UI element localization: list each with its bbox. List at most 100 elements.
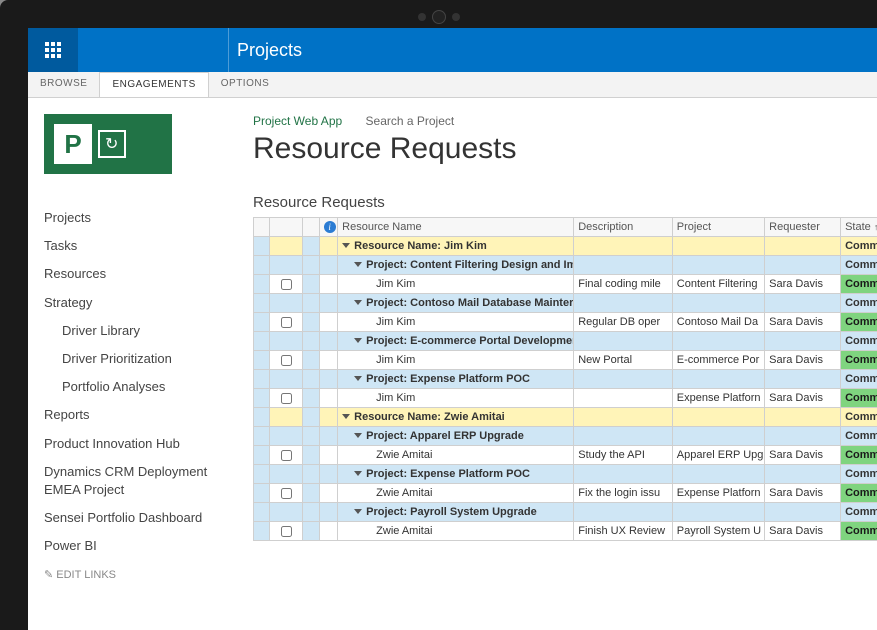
cell-requester [765, 427, 841, 446]
nav-item-tasks[interactable]: Tasks [44, 232, 245, 260]
cell-description: Regular DB oper [574, 313, 673, 332]
cell-project: Apparel ERP Upg [672, 446, 764, 465]
grid-header-row: i Resource Name Description Project Requ… [254, 218, 877, 237]
grid-info-header[interactable]: i [319, 218, 337, 237]
grid-row[interactable]: Project: Apparel ERP UpgradeCommitted [254, 427, 877, 446]
nav-item-resources[interactable]: Resources [44, 260, 245, 288]
cell-state: Committed [841, 351, 877, 370]
cell-state: Committed [841, 313, 877, 332]
expand-icon[interactable] [354, 433, 362, 438]
row-checkbox[interactable] [281, 450, 292, 461]
grid-row[interactable]: Jim KimRegular DB operContoso Mail DaSar… [254, 313, 877, 332]
app-topbar: Projects [28, 28, 877, 72]
cell-description [574, 370, 673, 389]
expand-icon[interactable] [354, 338, 362, 343]
cell-description [574, 389, 673, 408]
row-checkbox[interactable] [281, 355, 292, 366]
cell-resource-name: Jim Kim [338, 275, 574, 294]
grid-row[interactable]: Jim KimExpense PlatfornSara DavisCommitt… [254, 389, 877, 408]
cell-resource-name: Project: Contoso Mail Database Mainter [338, 294, 574, 313]
nav-item-strategy[interactable]: Strategy [44, 289, 245, 317]
expand-icon[interactable] [354, 262, 362, 267]
cell-requester [765, 370, 841, 389]
cell-project [672, 256, 764, 275]
cell-resource-name: Resource Name: Jim Kim [338, 237, 574, 256]
cell-project: E-commerce Por [672, 351, 764, 370]
cell-state: Committed [841, 522, 877, 541]
cell-project [672, 408, 764, 427]
grid-row[interactable]: Resource Name: Jim KimCommitted [254, 237, 877, 256]
cell-description [574, 465, 673, 484]
grid-row[interactable]: Project: Expense Platform POCCommitted [254, 370, 877, 389]
grid-row[interactable]: Project: Expense Platform POCCommitted [254, 465, 877, 484]
cell-state: Committed [841, 389, 877, 408]
nav-item-driver-library[interactable]: Driver Library [44, 317, 245, 345]
expand-icon[interactable] [354, 300, 362, 305]
ribbon-tab-browse[interactable]: BROWSE [28, 72, 99, 97]
row-checkbox[interactable] [281, 317, 292, 328]
row-checkbox[interactable] [281, 393, 292, 404]
cell-description [574, 256, 673, 275]
nav-item-driver-prioritization[interactable]: Driver Prioritization [44, 345, 245, 373]
nav-item-reports[interactable]: Reports [44, 401, 245, 429]
nav-item-power-bi[interactable]: Power BI [44, 532, 245, 560]
cell-state: Committed [841, 370, 877, 389]
nav-item-projects[interactable]: Projects [44, 204, 245, 232]
grid-row[interactable]: Project: Payroll System UpgradeCommitted [254, 503, 877, 522]
cell-requester: Sara Davis [765, 484, 841, 503]
cell-requester: Sara Davis [765, 446, 841, 465]
cell-resource-name: Jim Kim [338, 389, 574, 408]
expand-icon[interactable] [354, 376, 362, 381]
grid-row[interactable]: Zwie AmitaiStudy the APIApparel ERP UpgS… [254, 446, 877, 465]
row-checkbox[interactable] [281, 488, 292, 499]
info-icon: i [324, 221, 336, 233]
section-title: Resource Requests [253, 194, 877, 211]
grid-checkbox-header [270, 218, 303, 237]
expand-icon[interactable] [342, 243, 350, 248]
row-checkbox[interactable] [281, 279, 292, 290]
nav-item-product-innovation-hub[interactable]: Product Innovation Hub [44, 430, 245, 458]
grid-row[interactable]: Zwie AmitaiFinish UX ReviewPayroll Syste… [254, 522, 877, 541]
nav-item-portfolio-analyses[interactable]: Portfolio Analyses [44, 373, 245, 401]
grid-row[interactable]: Jim KimNew PortalE-commerce PorSara Davi… [254, 351, 877, 370]
ribbon-tab-engagements[interactable]: ENGAGEMENTS [99, 72, 208, 97]
cell-project: Content Filtering [672, 275, 764, 294]
grid-row[interactable]: Project: Content Filtering Design and Im… [254, 256, 877, 275]
breadcrumb-search-link[interactable]: Search a Project [366, 114, 455, 128]
cell-project: Expense Platforn [672, 389, 764, 408]
grid-row[interactable]: Jim KimFinal coding mileContent Filterin… [254, 275, 877, 294]
app-launcher-button[interactable] [28, 28, 78, 72]
cell-description [574, 503, 673, 522]
expand-icon[interactable] [342, 414, 350, 419]
nav-item-dynamics-crm-deployment-emea-project[interactable]: Dynamics CRM Deployment EMEA Project [44, 458, 245, 504]
grid-row[interactable]: Zwie AmitaiFix the login issuExpense Pla… [254, 484, 877, 503]
edit-links-button[interactable]: EDIT LINKS [44, 560, 245, 589]
cell-state: Committed [841, 484, 877, 503]
column-description[interactable]: Description [574, 218, 673, 237]
nav-item-sensei-portfolio-dashboard[interactable]: Sensei Portfolio Dashboard [44, 504, 245, 532]
column-project[interactable]: Project [672, 218, 764, 237]
column-requester[interactable]: Requester [765, 218, 841, 237]
cell-project [672, 465, 764, 484]
ribbon-tab-options[interactable]: OPTIONS [209, 72, 282, 97]
cell-state: Committed [841, 503, 877, 522]
cell-requester: Sara Davis [765, 351, 841, 370]
grid-row[interactable]: Project: E-commerce Portal DevelopmerCom… [254, 332, 877, 351]
project-arrow-icon [98, 130, 126, 158]
grid-row[interactable]: Project: Contoso Mail Database MainterCo… [254, 294, 877, 313]
cell-project [672, 503, 764, 522]
cell-resource-name: Zwie Amitai [338, 522, 574, 541]
resource-requests-grid: i Resource Name Description Project Requ… [253, 217, 877, 541]
cell-project [672, 427, 764, 446]
grid-row[interactable]: Resource Name: Zwie AmitaiCommitted [254, 408, 877, 427]
cell-description: Finish UX Review [574, 522, 673, 541]
column-state[interactable]: State ↑ [841, 218, 877, 237]
column-resource-name[interactable]: Resource Name [338, 218, 574, 237]
breadcrumb-app-link[interactable]: Project Web App [253, 114, 342, 128]
expand-icon[interactable] [354, 471, 362, 476]
row-checkbox[interactable] [281, 526, 292, 537]
cell-description: Study the API [574, 446, 673, 465]
cell-resource-name: Zwie Amitai [338, 446, 574, 465]
cell-project [672, 370, 764, 389]
expand-icon[interactable] [354, 509, 362, 514]
